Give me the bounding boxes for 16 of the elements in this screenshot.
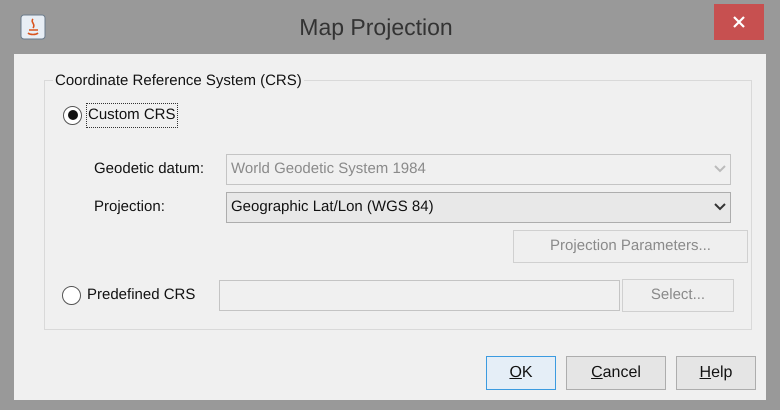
field-label: Projection: [94, 196, 166, 217]
app-icon [20, 14, 46, 40]
dropdown[interactable]: Geographic Lat/Lon (WGS 84) [226, 192, 731, 222]
close-button[interactable] [714, 4, 764, 40]
radio-button[interactable] [62, 286, 81, 304]
chevron-down-icon [714, 165, 726, 173]
dialog-button[interactable]: Cancel [566, 356, 666, 390]
close-icon [733, 16, 745, 28]
dialog-button[interactable]: OK [486, 356, 556, 390]
field-label: Geodetic datum: [94, 158, 206, 179]
radio-button[interactable] [63, 106, 82, 125]
radio-label[interactable]: Custom CRS [86, 103, 178, 128]
dialog-button[interactable]: Help [676, 356, 756, 390]
window-title: Map Projection [298, 12, 454, 42]
radio-label[interactable]: Predefined CRS [85, 282, 198, 308]
chevron-down-icon [714, 203, 726, 211]
